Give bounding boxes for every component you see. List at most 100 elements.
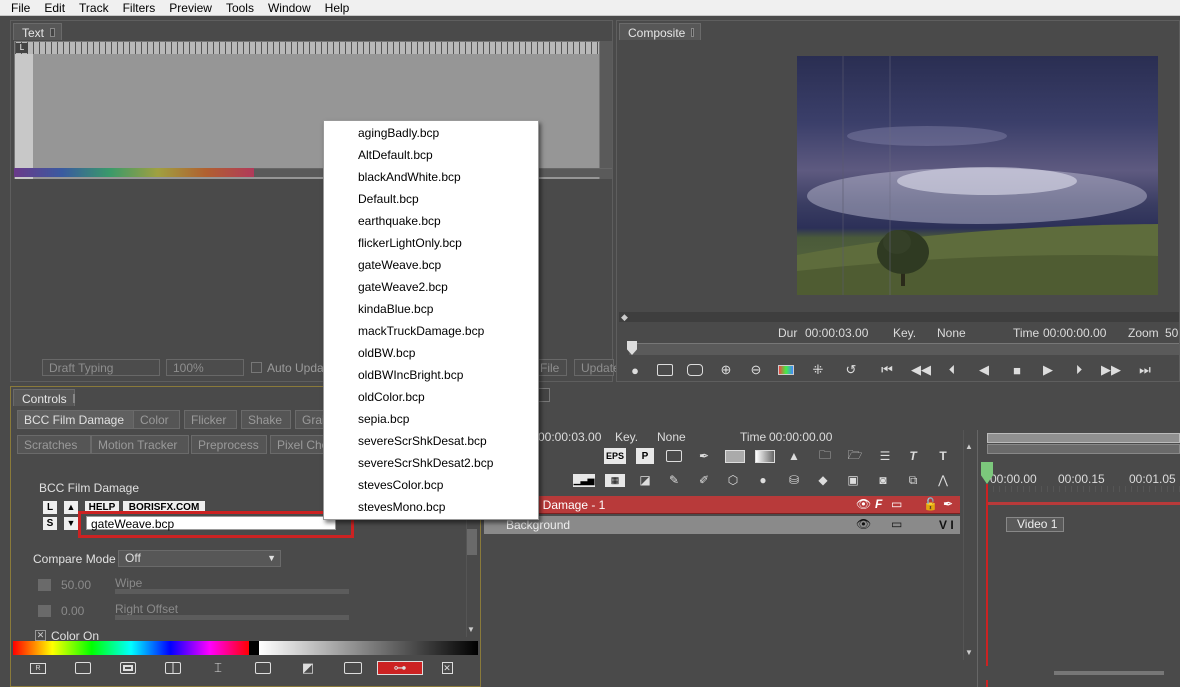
monitor-toggle-icon[interactable]: ▭ (891, 497, 902, 511)
fit-icon[interactable] (253, 660, 273, 676)
eps-button[interactable]: EPS (604, 448, 626, 464)
waveform-icon[interactable]: ⋀ (934, 472, 952, 488)
rect-select-icon[interactable]: R (28, 660, 48, 676)
scroll-down-icon[interactable]: ▼ (467, 625, 475, 634)
frame-tool-icon[interactable]: ◪ (636, 472, 654, 488)
sphere-icon[interactable]: ● (754, 472, 772, 488)
preset-item[interactable]: oldColor.bcp (324, 386, 538, 408)
preset-item[interactable]: gateWeave2.bcp (324, 276, 538, 298)
clip-video-1[interactable]: Video 1 (1006, 517, 1064, 532)
track-list-scrollbar[interactable] (963, 430, 975, 660)
record-icon[interactable]: ● (627, 363, 643, 378)
grayscale-bar[interactable] (259, 641, 478, 655)
close-icon[interactable] (50, 28, 55, 37)
timeline-zoom-bar[interactable] (987, 433, 1180, 443)
preset-item[interactable]: blackAndWhite.bcp (324, 166, 538, 188)
zoom-slider-track[interactable] (1054, 671, 1164, 675)
filter-f-icon[interactable]: F (875, 497, 882, 511)
color-spectrum-bar[interactable] (13, 641, 249, 655)
frame-icon[interactable] (73, 660, 93, 676)
preset-item[interactable]: stevesColor.bcp (324, 474, 538, 496)
arrow-down-icon[interactable]: ▼ (64, 517, 78, 530)
gradient-box-icon[interactable] (754, 448, 776, 464)
monitor-toggle-icon[interactable]: ▭ (891, 517, 902, 531)
right-offset-value[interactable]: 0.00 (61, 604, 84, 618)
subtab-color[interactable]: Color (133, 410, 180, 429)
color-on-checkbox[interactable]: ✕ (35, 630, 46, 641)
go-to-end-icon[interactable]: ⏭ (1135, 362, 1155, 378)
subtab-shake[interactable]: Shake (241, 410, 291, 429)
preset-item[interactable]: agingBadly.bcp (324, 122, 538, 144)
pen-icon[interactable]: ✒ (695, 448, 713, 464)
zoom-out-icon[interactable]: ⊖ (748, 362, 764, 378)
image-icon[interactable]: ▣ (844, 472, 862, 488)
wide-frame-icon[interactable] (343, 660, 363, 676)
menu-preview[interactable]: Preview (162, 1, 219, 15)
folder-export-icon[interactable]: 🗁 (844, 448, 866, 464)
cube-icon[interactable]: ⬡ (724, 472, 742, 488)
text-update-button[interactable]: Update (574, 359, 620, 376)
brush-icon[interactable]: ✐ (695, 472, 713, 488)
rect-shape-icon[interactable] (665, 448, 683, 464)
crop-icon[interactable]: ⌶ (208, 660, 228, 676)
load-preset-button[interactable]: L (43, 501, 57, 514)
track-row-background[interactable]: Background 👁 ▭ V I (484, 516, 960, 534)
subtab-flicker[interactable]: Flicker (184, 410, 237, 429)
composite-preview-image[interactable] (797, 56, 1158, 295)
subtab-preprocess[interactable]: Preprocess (191, 435, 267, 454)
controls-panel-tab[interactable]: Controls (13, 389, 75, 406)
menu-window[interactable]: Window (261, 1, 318, 15)
zoom-in-icon[interactable]: ⊕ (718, 362, 734, 378)
wipe-value[interactable]: 50.00 (61, 578, 91, 592)
go-to-start-icon[interactable]: ⏮ (877, 362, 897, 378)
scroll-up-icon[interactable]: ▲ (965, 442, 973, 451)
preset-item[interactable]: sepia.bcp (324, 408, 538, 430)
text-tool-icon[interactable]: T (904, 448, 922, 464)
preset-item[interactable]: AltDefault.bcp (324, 144, 538, 166)
preset-item[interactable]: flickerLightOnly.bcp (324, 232, 538, 254)
p-button[interactable]: P (636, 448, 654, 464)
preset-item[interactable]: Default.bcp (324, 188, 538, 210)
monitor-icon[interactable] (656, 363, 674, 377)
color-swatch-black[interactable] (249, 641, 259, 655)
right-offset-checkbox[interactable] (38, 605, 51, 617)
track-row-filter[interactable]: BCC Film Damage - 1 👁 F ▭ 🔓 ✒ (484, 496, 960, 514)
right-offset-slider[interactable] (115, 615, 349, 620)
cylinder-icon[interactable]: ⛁ (785, 472, 803, 488)
timeline-range-bar[interactable] (987, 444, 1180, 454)
subtab-scratches[interactable]: Scratches (17, 435, 91, 454)
diamond-icon[interactable]: ◆ (814, 472, 832, 488)
frame-inner-icon[interactable] (118, 660, 138, 676)
grid-icon[interactable]: ⁜ (810, 362, 826, 378)
auto-update-checkbox[interactable] (251, 362, 262, 373)
preset-item[interactable]: severeScrShkDesat2.bcp (324, 452, 538, 474)
preset-item[interactable]: oldBW.bcp (324, 342, 538, 364)
menu-edit[interactable]: Edit (37, 1, 72, 15)
grid-view-icon[interactable]: ▦ (604, 472, 626, 488)
preset-item[interactable]: mackTruckDamage.bcp (324, 320, 538, 342)
text-vertical-scrollbar[interactable] (600, 41, 612, 187)
skew-icon[interactable]: ◩ (298, 660, 318, 676)
step-back-frames-icon[interactable]: ◀◀ (911, 362, 931, 378)
gray-box-icon[interactable] (724, 448, 746, 464)
folder-open-icon[interactable]: 🗀 (814, 448, 836, 464)
close-icon[interactable] (72, 394, 75, 403)
draft-typing-field[interactable]: Draft Typing (42, 359, 160, 376)
preset-item[interactable]: earthquake.bcp (324, 210, 538, 232)
safe-area-icon[interactable] (686, 363, 704, 377)
eye-icon[interactable]: 👁 (856, 517, 871, 531)
composite-panel-tab[interactable]: Composite (619, 23, 701, 40)
subtab-bcc-film-damage[interactable]: BCC Film Damage (17, 410, 137, 429)
next-frame-icon[interactable]: ⏵ (1070, 362, 1088, 378)
play-icon[interactable]: ▶ (1039, 362, 1057, 378)
previous-frame-icon[interactable]: ⏴ (943, 362, 961, 378)
compare-mode-select[interactable]: Off ▼ (118, 550, 281, 567)
composite-horizontal-scrollbar[interactable] (619, 312, 1179, 322)
scroll-down-icon[interactable]: ▼ (965, 648, 973, 657)
text-box-icon[interactable]: T (934, 448, 952, 464)
menu-filters[interactable]: Filters (116, 1, 163, 15)
preset-item[interactable]: kindaBlue.bcp (324, 298, 538, 320)
menu-tools[interactable]: Tools (219, 1, 261, 15)
loop-icon[interactable]: ↺ (842, 362, 860, 378)
audio-levels-icon[interactable]: ▁▃▅ (572, 472, 596, 488)
